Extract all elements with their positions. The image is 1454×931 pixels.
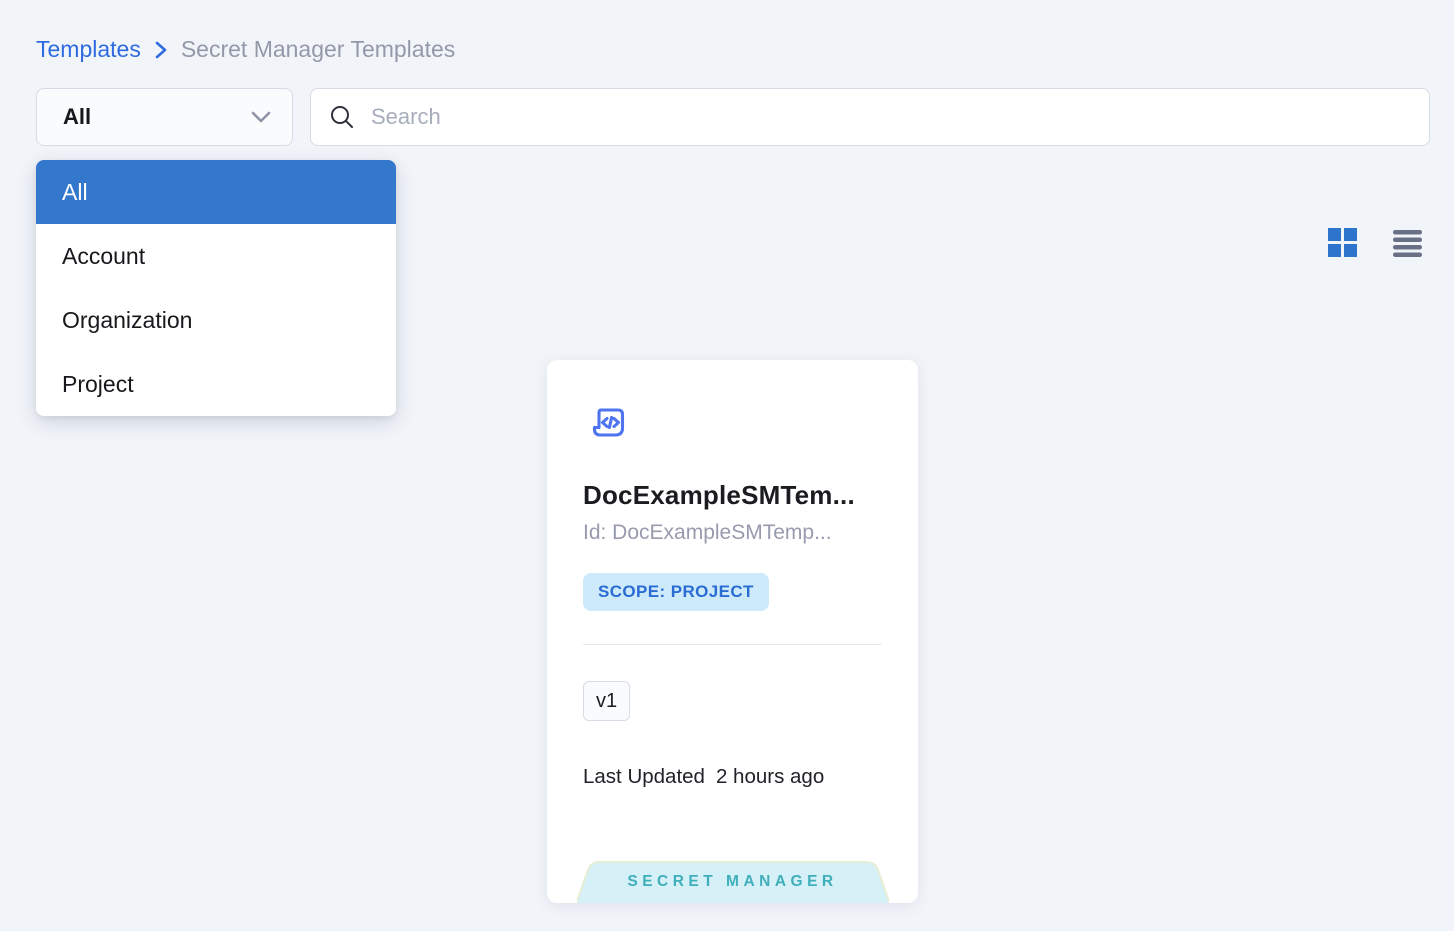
templates-page: Templates Secret Manager Templates All A…	[0, 0, 1454, 931]
dropdown-option-account[interactable]: Account	[36, 224, 396, 288]
last-updated-label: Last Updated	[583, 765, 705, 789]
ribbon-label: SECRET MANAGER	[577, 874, 889, 890]
view-toggle	[1328, 228, 1422, 257]
secret-manager-ribbon: SECRET MANAGER	[577, 861, 889, 903]
list-view-button[interactable]	[1393, 229, 1422, 257]
card-divider	[583, 644, 882, 645]
template-script-icon	[586, 402, 882, 446]
dropdown-option-organization[interactable]: Organization	[36, 288, 396, 352]
scope-filter-value: All	[63, 104, 91, 130]
dropdown-option-all[interactable]: All	[36, 160, 396, 224]
template-id: Id: DocExampleSMTemp...	[583, 521, 882, 545]
chevron-down-icon	[250, 110, 272, 124]
list-view-icon	[1393, 245, 1422, 260]
template-card[interactable]: DocExampleSMTem... Id: DocExampleSMTemp.…	[547, 360, 918, 903]
search-icon	[329, 104, 355, 130]
breadcrumb: Templates Secret Manager Templates	[36, 36, 455, 63]
last-updated-value: 2 hours ago	[716, 765, 824, 789]
scope-filter-select[interactable]: All	[36, 88, 293, 146]
breadcrumb-current: Secret Manager Templates	[181, 36, 455, 63]
grid-view-icon	[1328, 245, 1357, 260]
grid-view-button[interactable]	[1328, 228, 1357, 257]
template-title: DocExampleSMTem...	[583, 480, 882, 511]
chevron-right-icon	[153, 39, 169, 61]
scope-filter-dropdown-menu: All Account Organization Project	[36, 160, 396, 416]
last-updated: Last Updated 2 hours ago	[583, 765, 882, 789]
breadcrumb-templates-link[interactable]: Templates	[36, 36, 141, 63]
search-bar	[310, 88, 1430, 146]
scope-badge: SCOPE: PROJECT	[583, 573, 769, 611]
search-input[interactable]	[371, 104, 1411, 130]
dropdown-option-project[interactable]: Project	[36, 352, 396, 416]
version-chip: v1	[583, 681, 630, 721]
